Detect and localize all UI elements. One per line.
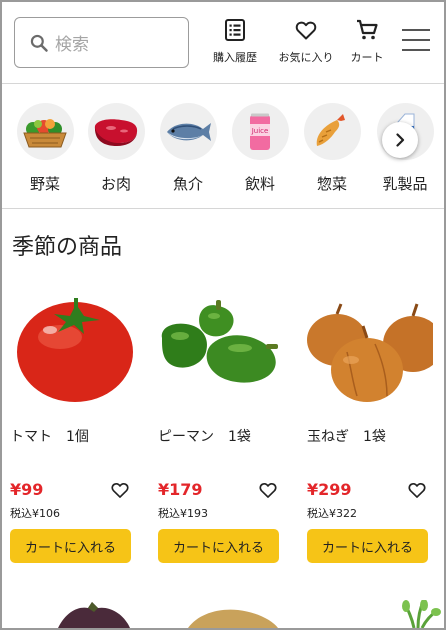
product-tax-price: 税込¥322	[307, 507, 357, 520]
category-drinks[interactable]: Juice 飲料	[230, 103, 290, 194]
search-input[interactable]: 検索	[14, 17, 189, 68]
category-icon-circle	[303, 103, 361, 160]
next-product-image-eggplant	[58, 602, 130, 628]
green-pepper-image[interactable]	[158, 292, 284, 410]
section-title: 季節の商品	[12, 235, 123, 260]
favorite-heart-icon[interactable]	[258, 480, 278, 500]
can-text: Juice	[251, 127, 269, 135]
favorites-label: お気に入り	[278, 51, 334, 64]
header: 検索 購入履歴 お気に入り カート	[2, 2, 444, 84]
tomato-image[interactable]	[10, 292, 136, 410]
category-label: 飲料	[244, 175, 275, 193]
category-icon-circle	[159, 103, 217, 160]
product-name: ピーマン 1袋	[158, 429, 251, 445]
cart-icon	[357, 19, 378, 40]
category-label: 野菜	[29, 175, 60, 193]
product-price: ¥299	[307, 480, 352, 499]
category-icon-circle	[87, 103, 145, 160]
meat-icon	[94, 118, 138, 146]
favorites-button[interactable]: お気に入り	[277, 18, 335, 65]
product-price: ¥99	[10, 480, 44, 499]
product-tax-price: 税込¥106	[10, 507, 60, 520]
search-placeholder: 検索	[55, 35, 89, 55]
add-to-cart-button[interactable]: カートに入れる	[158, 529, 279, 563]
next-product-image-greens	[402, 600, 441, 628]
category-seafood[interactable]: 魚介	[158, 103, 218, 194]
juice-can-icon: Juice	[250, 113, 270, 150]
cart-button[interactable]: カート	[347, 18, 387, 65]
vegetable-basket-icon	[23, 118, 67, 147]
onion-image[interactable]	[307, 292, 433, 410]
fried-shrimp-icon	[316, 113, 345, 146]
category-meat[interactable]: お肉	[86, 103, 146, 194]
category-icon-circle	[16, 103, 74, 160]
heart-icon	[295, 21, 317, 40]
add-to-cart-button[interactable]: カートに入れる	[307, 529, 428, 563]
category-deli[interactable]: 惣菜	[302, 103, 362, 194]
search-icon	[30, 34, 48, 52]
category-vegetables[interactable]: 野菜	[15, 103, 75, 194]
product-price: ¥179	[158, 480, 203, 499]
product-name: トマト 1個	[10, 429, 89, 445]
cart-label: カート	[350, 51, 384, 64]
app-frame: 検索 購入履歴 お気に入り カート 野菜 お肉 魚介 Juice 飲料 惣菜 乳…	[0, 0, 446, 630]
category-label: 惣菜	[316, 175, 347, 193]
favorite-heart-icon[interactable]	[110, 480, 130, 500]
purchase-history-label: 購入履歴	[213, 51, 257, 64]
fish-icon	[167, 122, 211, 141]
product-name: 玉ねぎ 1袋	[307, 429, 386, 445]
category-label: 魚介	[172, 175, 203, 193]
carousel-next-button[interactable]	[382, 122, 418, 158]
category-label: お肉	[100, 175, 131, 193]
category-label: 乳製品	[382, 175, 428, 193]
category-carousel: 野菜 お肉 魚介 Juice 飲料 惣菜 乳製品	[2, 85, 444, 209]
hamburger-menu-icon[interactable]	[402, 27, 430, 53]
next-product-image-potato	[188, 609, 278, 628]
favorite-heart-icon[interactable]	[407, 480, 427, 500]
add-to-cart-button[interactable]: カートに入れる	[10, 529, 131, 563]
chevron-right-icon	[396, 133, 405, 147]
list-icon	[225, 19, 245, 41]
category-icon-circle: Juice	[231, 103, 289, 160]
product-tax-price: 税込¥193	[158, 507, 208, 520]
purchase-history-button[interactable]: 購入履歴	[209, 18, 261, 65]
